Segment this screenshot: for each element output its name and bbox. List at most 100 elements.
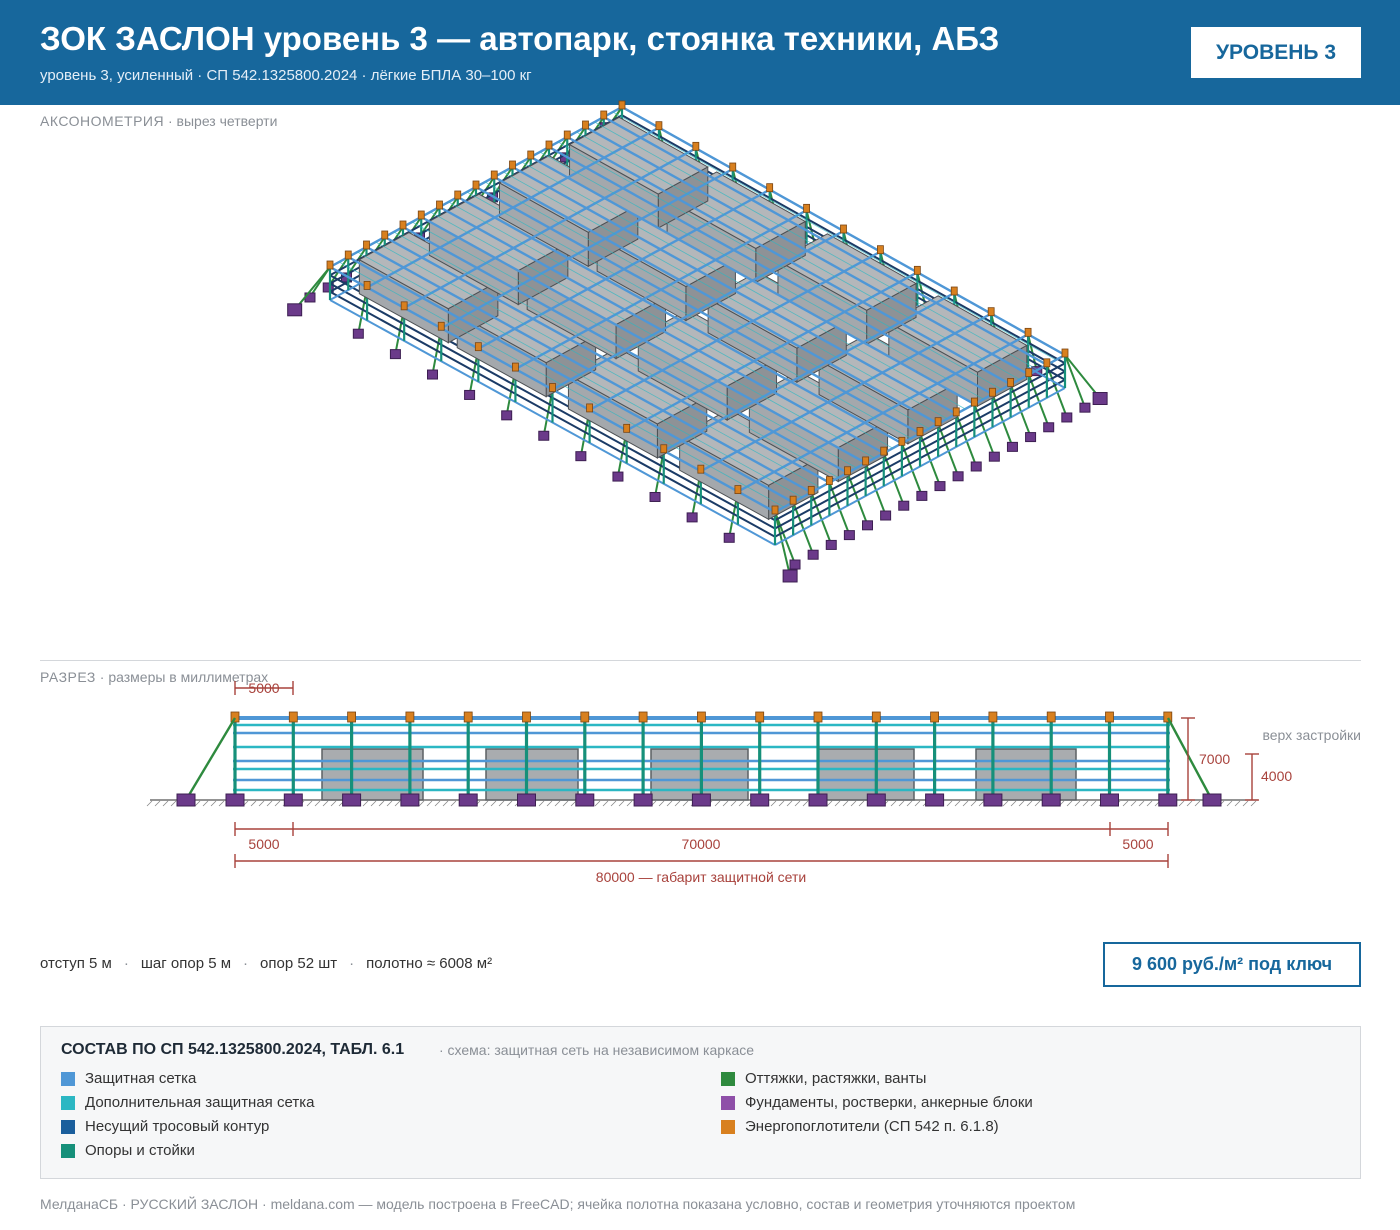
section-building [975,748,1077,801]
legend-item-extra-mesh: Дополнительная защитная сетка [61,1094,314,1111]
ground-hatch [730,800,737,807]
ground-hatch [1234,800,1241,807]
ground-hatch [274,800,281,807]
energy-absorber [807,485,815,495]
section-guy-line [184,717,237,801]
section-divider [40,660,1361,661]
ground-hatch [738,800,745,807]
energy-absorber [326,260,334,270]
foundation-block [1079,402,1091,413]
section-absorber [697,711,706,723]
ground-hatch [170,800,177,807]
energy-absorber [363,240,370,250]
corner-anchor-block [1092,392,1108,406]
energy-absorber [474,342,482,352]
legend-item-label: Энергопоглотители (СП 542 п. 6.1.8) [745,1118,999,1135]
corner-guy-line [1064,354,1101,400]
dim-middle-text: 70000 [682,836,721,852]
energy-absorber [399,220,407,230]
ground-hatch [450,800,457,807]
ground-hatch [890,800,897,807]
energy-absorber [417,210,425,220]
energy-absorber [660,444,668,454]
section-foundation [633,793,653,807]
foundation-block [880,510,892,521]
ground-hatch [962,800,969,807]
energy-absorber [436,200,443,210]
energy-absorber [512,362,519,372]
ground-hatch [1250,800,1257,807]
energy-absorber [952,407,960,417]
foundation-block [843,530,855,541]
section-absorber [988,711,998,723]
ground-hatch [498,800,505,807]
ground-hatch [322,800,329,807]
section-drawing: 5000 7000 4000 5000 70000 5000 80000 — г… [146,680,1361,885]
legend-item-label: Фундаменты, ростверки, анкерные блоки [745,1094,1033,1111]
stat-separator: · [243,955,249,972]
ground-hatch [210,800,217,807]
legend-item-label: Дополнительная защитная сетка [85,1094,315,1111]
ground-hatch [218,800,225,807]
ground-hatch [162,800,169,807]
ground-hatch [954,800,961,807]
ground-hatch [794,800,801,807]
ground-hatch [418,800,425,807]
energy-absorber [692,141,700,151]
ground-hatch [626,800,633,807]
section-building [321,748,424,801]
ground-hatch [258,800,265,807]
energy-absorber [989,387,996,397]
ground-hatch [146,800,153,807]
ground-hatch [538,800,545,807]
legend-swatch [61,1143,75,1158]
energy-absorber [509,160,516,170]
ground-hatch [1242,800,1249,807]
ground-hatch [666,800,673,807]
foundation-block [501,410,513,421]
energy-absorber [1024,327,1032,337]
ground-hatch [314,800,321,807]
stats-row: отступ 5 м · шаг опор 5 м · опор 52 шт · полот… [40,955,492,972]
ground-hatch [1194,800,1201,807]
section-foundation [1041,793,1061,807]
legend-item-poles: Опоры и стойки [61,1142,195,1159]
energy-absorber [437,321,445,331]
section-building [817,748,915,801]
ground-hatch [682,800,689,807]
section-foundation [225,793,245,807]
energy-absorber [1025,368,1033,378]
foundation-block [649,491,661,502]
legend-item-label: Оттяжки, растяжки, ванты [745,1070,927,1087]
energy-absorber [623,423,631,433]
section-anchor-block [176,793,196,807]
energy-absorber [563,130,571,140]
section-absorber [463,711,473,723]
section-foundation [575,793,595,807]
section-foundation [925,793,945,807]
ground-hatch [570,800,577,807]
foundation-block [575,451,587,462]
energy-absorber [934,417,942,427]
ground-hatch [370,800,377,807]
energy-absorber [825,476,833,485]
section-absorber [871,711,881,723]
section-foundation [517,793,536,807]
ground-hatch [482,800,489,807]
section-absorber [638,711,648,723]
section-foundation [691,793,711,807]
legend-item-label: Несущий тросовый контур [85,1118,270,1135]
ground-hatch [1178,800,1185,807]
foundation-block [970,461,982,472]
energy-absorber [472,180,480,190]
section-foundation [458,793,478,807]
stat-net-area: полотно ≈ 6008 м² [366,955,493,972]
ground-hatch [978,800,985,807]
energy-absorber [618,100,626,110]
ground-hatch [378,800,385,807]
energy-absorber [898,436,906,446]
section-foundation [1100,793,1119,807]
energy-absorber [862,456,870,466]
energy-absorber [600,110,608,120]
ground-hatch [1074,800,1081,807]
